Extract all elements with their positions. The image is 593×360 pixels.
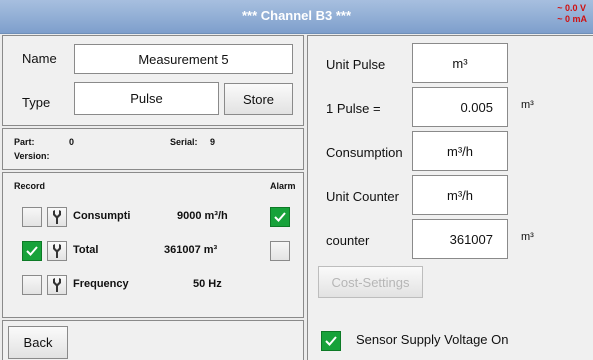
- channel-value-total: 361007 m³: [164, 244, 218, 256]
- supply-readout: ~ 0.0 V ~ 0 mA: [557, 3, 587, 25]
- channel-label-consumption: Consumpti: [73, 210, 131, 222]
- settings-button-frequency[interactable]: [47, 275, 67, 295]
- cost-settings-button[interactable]: Cost-Settings: [318, 266, 423, 298]
- name-field[interactable]: Measurement 5: [74, 44, 293, 74]
- unit-pulse-label: Unit Pulse: [326, 57, 386, 72]
- serial-label: Serial:: [170, 137, 198, 147]
- record-checkbox-consumption[interactable]: [22, 207, 42, 227]
- version-label: Version:: [14, 151, 50, 161]
- unit-pulse-field[interactable]: m³: [412, 43, 508, 83]
- sensor-supply-label: Sensor Supply Voltage On: [356, 332, 509, 347]
- type-label: Type: [22, 95, 51, 110]
- counter-unit: m³: [521, 231, 534, 243]
- consumption-unit-field[interactable]: m³/h: [412, 131, 508, 171]
- pulse-unit: m³: [521, 99, 534, 111]
- unit-counter-label: Unit Counter: [326, 189, 399, 204]
- counter-label: counter: [326, 233, 370, 248]
- consumption-label: Consumption: [326, 145, 403, 160]
- pulse-label: 1 Pulse =: [326, 101, 381, 116]
- store-button[interactable]: Store: [224, 83, 293, 115]
- name-label: Name: [22, 51, 57, 66]
- check-icon: [325, 336, 337, 346]
- alarm-checkbox-total[interactable]: [270, 241, 290, 261]
- settings-button-consumption[interactable]: [47, 207, 67, 227]
- check-icon: [26, 246, 38, 256]
- serial-value: 9: [210, 137, 216, 147]
- wrench-icon: [53, 278, 61, 292]
- record-checkbox-total[interactable]: [22, 241, 42, 261]
- channel-label-frequency: Frequency: [73, 278, 129, 290]
- type-field[interactable]: Pulse: [74, 82, 219, 115]
- check-icon: [274, 212, 286, 222]
- current-readout: ~ 0 mA: [557, 14, 587, 24]
- wrench-icon: [53, 210, 61, 224]
- title-bar: *** Channel B3 *** ~ 0.0 V ~ 0 mA: [0, 0, 593, 34]
- channel-value-consumption: 9000 m³/h: [177, 210, 228, 222]
- sensor-supply-checkbox[interactable]: [321, 331, 341, 351]
- part-value: 0: [69, 137, 75, 147]
- settings-button-total[interactable]: [47, 241, 67, 261]
- alarm-checkbox-consumption[interactable]: [270, 207, 290, 227]
- part-label: Part:: [14, 137, 35, 147]
- window-title: *** Channel B3 ***: [241, 8, 352, 23]
- record-label: Record: [14, 181, 46, 191]
- record-checkbox-frequency[interactable]: [22, 275, 42, 295]
- back-button[interactable]: Back: [8, 326, 68, 359]
- alarm-label: Alarm: [270, 181, 296, 191]
- voltage-readout: ~ 0.0 V: [557, 3, 587, 13]
- counter-field[interactable]: 361007: [412, 219, 508, 259]
- channel-value-frequency: 50 Hz: [193, 278, 222, 290]
- wrench-icon: [53, 244, 61, 258]
- pulse-value-field[interactable]: 0.005: [412, 87, 508, 127]
- device-info-panel: [2, 128, 304, 170]
- unit-counter-field[interactable]: m³/h: [412, 175, 508, 215]
- channel-label-total: Total: [73, 244, 99, 256]
